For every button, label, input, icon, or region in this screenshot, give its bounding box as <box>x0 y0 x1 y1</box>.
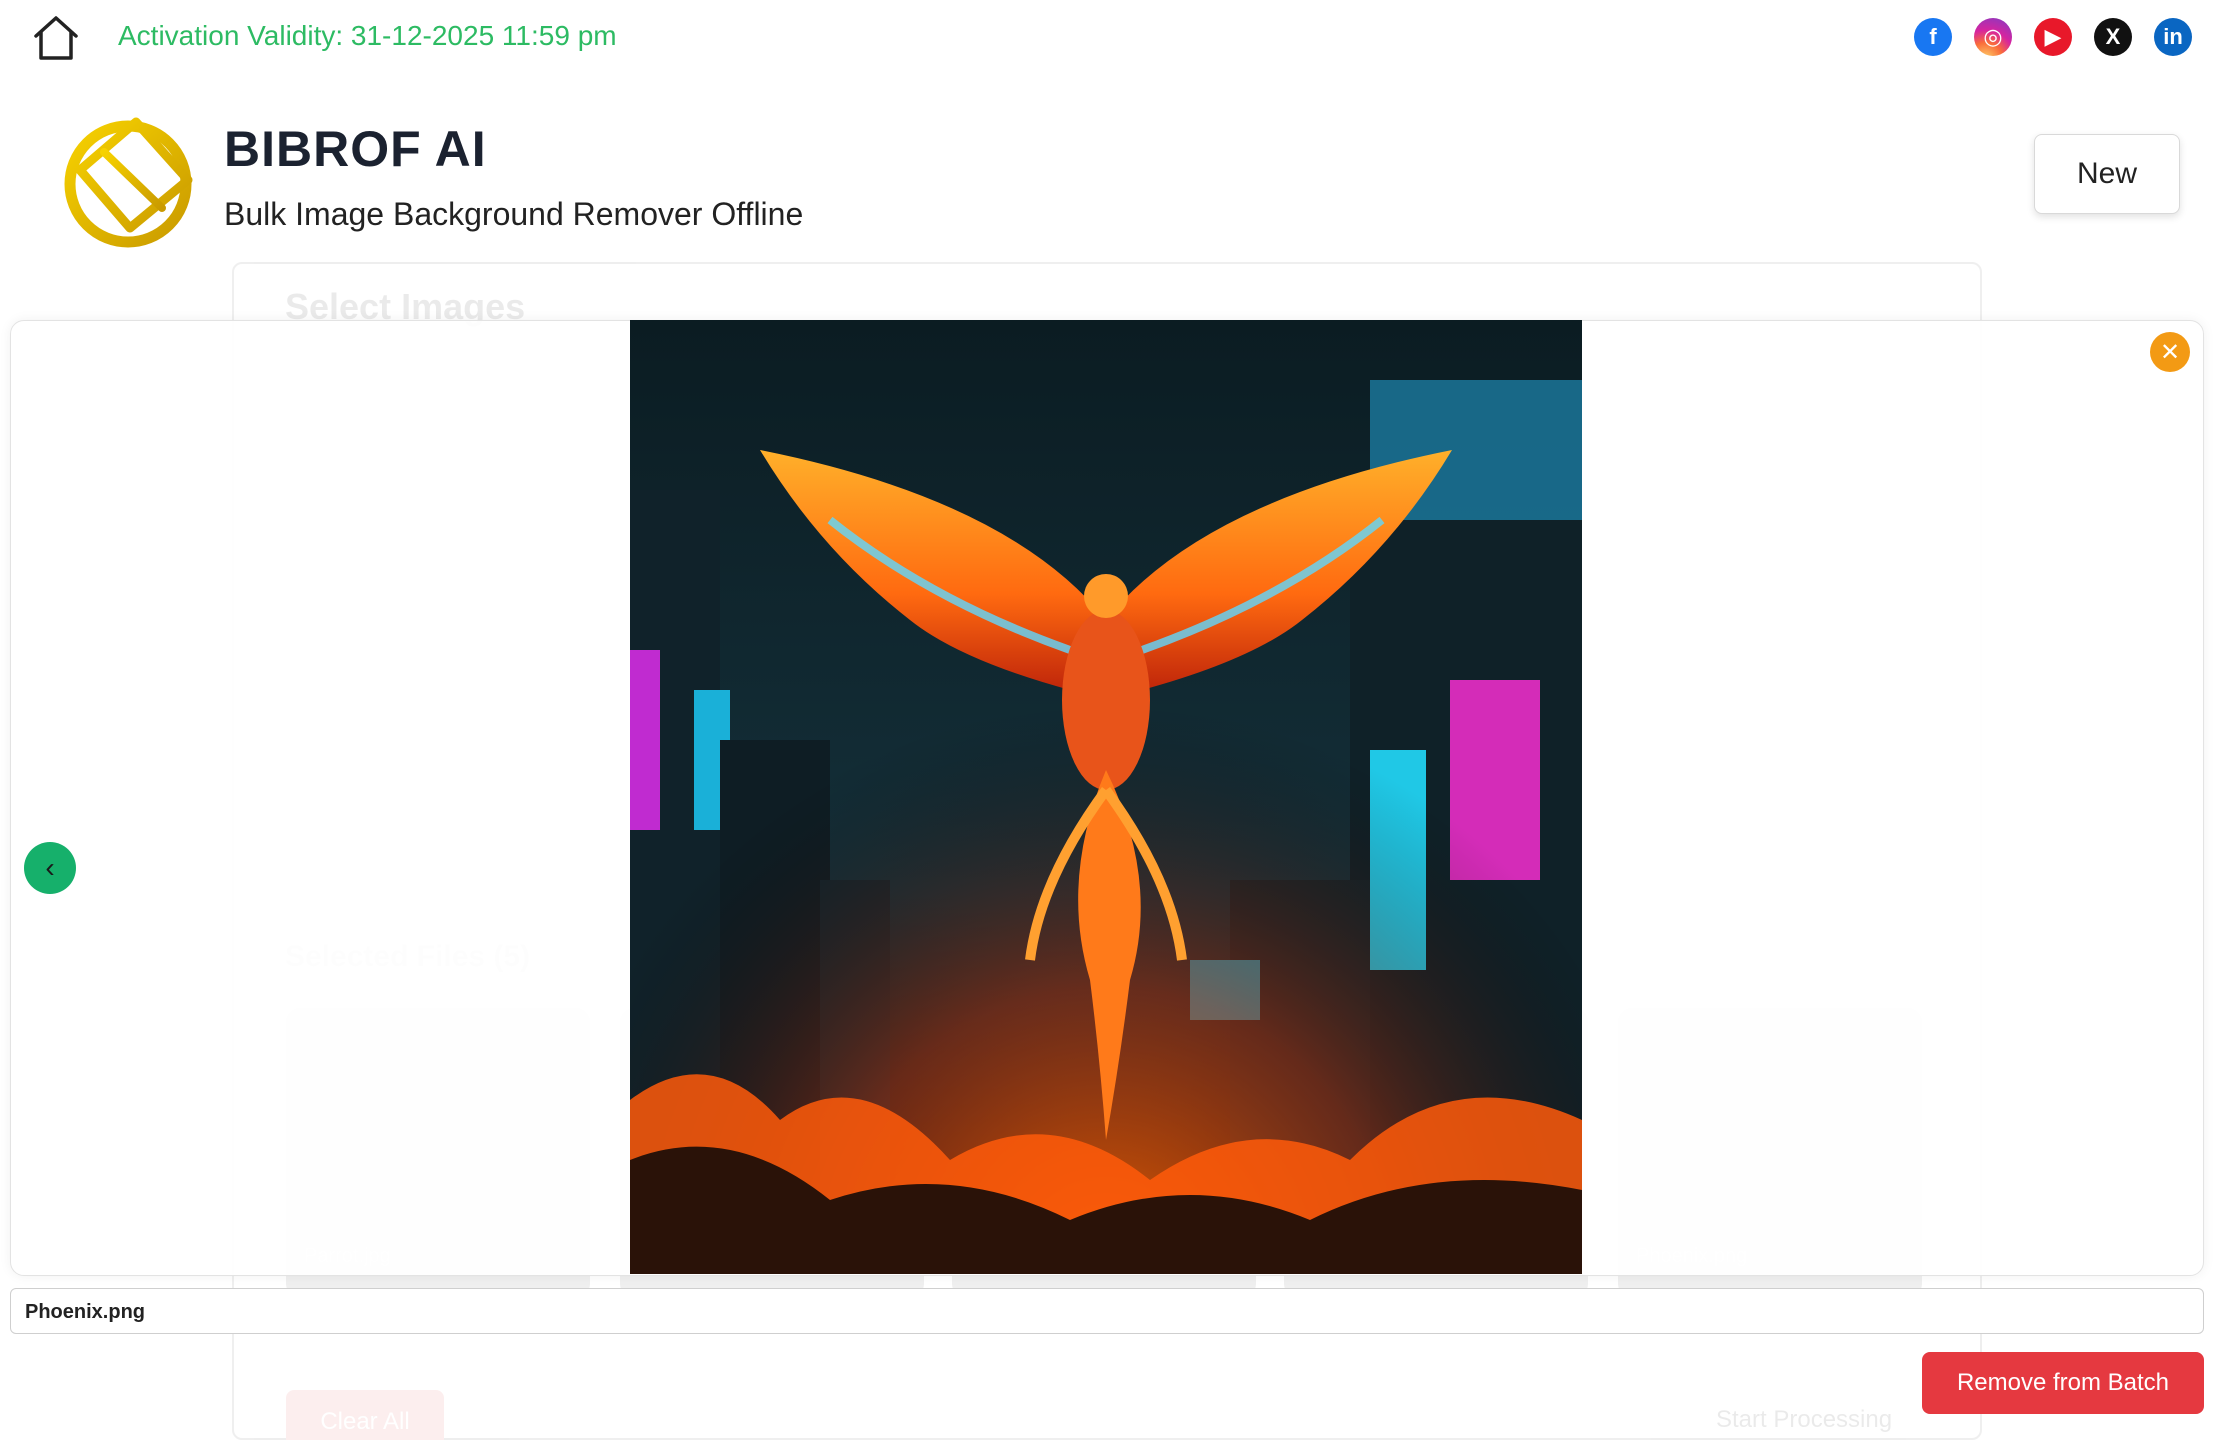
chevron-left-icon[interactable]: ‹ <box>24 842 76 894</box>
clear-all-button: Clear All <box>286 1390 444 1440</box>
top-bar: Activation Validity: 31-12-2025 11:59 pm… <box>0 0 2214 78</box>
instagram-icon[interactable]: ◎ <box>1974 18 2012 56</box>
activation-validity: Activation Validity: 31-12-2025 11:59 pm <box>118 20 617 51</box>
close-icon[interactable]: ✕ <box>2150 332 2190 372</box>
brand-name: BIBROF AI <box>224 121 487 177</box>
social-links: f ◎ ▶ X in <box>1914 18 2192 56</box>
linkedin-icon[interactable]: in <box>2154 18 2192 56</box>
facebook-icon[interactable]: f <box>1914 18 1952 56</box>
start-processing-button: Start Processing <box>1716 1406 1893 1433</box>
x-icon[interactable]: X <box>2094 18 2132 56</box>
filename-bar: Phoenix.png <box>10 1288 2204 1334</box>
preview-filename: Phoenix.png <box>25 1301 145 1323</box>
preview-image <box>630 320 1582 1274</box>
home-icon[interactable] <box>30 12 82 64</box>
new-button[interactable]: New <box>2034 134 2180 214</box>
brand-logo <box>58 100 206 248</box>
remove-from-batch-button[interactable]: Remove from Batch <box>1922 1352 2204 1414</box>
youtube-icon[interactable]: ▶ <box>2034 18 2072 56</box>
app-page: Activation Validity: 31-12-2025 11:59 pm… <box>0 0 2214 1440</box>
brand-subtitle: Bulk Image Background Remover Offline <box>224 196 804 232</box>
